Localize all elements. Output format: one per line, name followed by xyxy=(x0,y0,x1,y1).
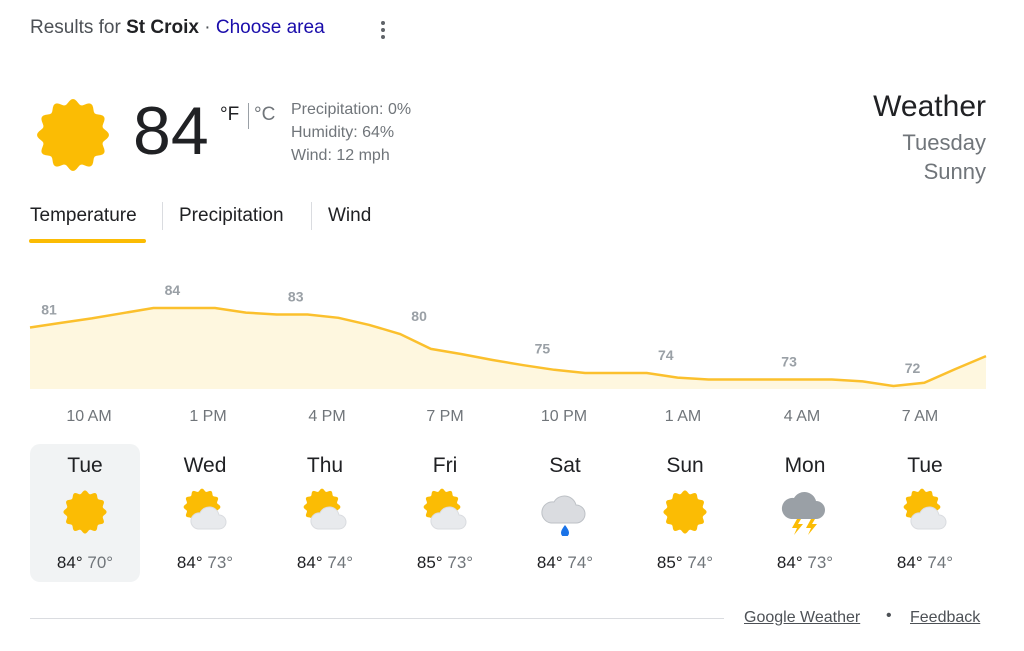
low-temp: 74° xyxy=(927,553,954,572)
precipitation-detail: Precipitation: 0% xyxy=(291,101,412,118)
wind-detail: Wind: 12 mph xyxy=(291,147,390,164)
rain-icon xyxy=(541,495,586,536)
day-name: Thu xyxy=(306,454,344,477)
temperature-point-label: 74 xyxy=(658,347,674,363)
weather-title: Weather xyxy=(873,90,986,123)
high-temp: 84° xyxy=(56,553,83,572)
time-label: 7 AM xyxy=(901,408,939,425)
temperature-area xyxy=(30,308,986,389)
low-temp: 74° xyxy=(567,553,594,572)
temperature-point-label: 75 xyxy=(535,341,551,357)
day-temps: 85° 74° xyxy=(630,553,740,573)
time-label: 7 PM xyxy=(426,408,464,425)
humidity-detail: Humidity: 64% xyxy=(291,124,395,141)
results-prefix: Results for xyxy=(30,17,121,38)
current-temperature: 84 xyxy=(133,93,209,169)
time-label: 4 AM xyxy=(783,408,821,425)
day-name: Mon xyxy=(784,454,826,477)
low-temp: 74° xyxy=(327,553,354,572)
high-temp: 84° xyxy=(896,553,923,572)
low-temp: 74° xyxy=(687,553,714,572)
forecast-day-sun[interactable]: Sun 85° 74° xyxy=(630,444,740,582)
day-temps: 84° 74° xyxy=(870,553,980,573)
selected-tab-indicator xyxy=(29,239,146,243)
partly-cloudy-icon xyxy=(903,488,947,530)
partly-cloudy-icon xyxy=(303,488,347,530)
separator: · xyxy=(204,17,211,38)
forecast-day-wed[interactable]: Wed 84° 73° xyxy=(150,444,260,582)
high-temp: 85° xyxy=(656,553,683,572)
feedback-link[interactable]: Feedback xyxy=(910,609,980,627)
high-temp: 84° xyxy=(176,553,203,572)
high-temp: 84° xyxy=(296,553,323,572)
unit-fahrenheit-toggle[interactable]: °F xyxy=(220,104,239,126)
current-sunny-icon xyxy=(37,99,109,171)
time-label: 1 AM xyxy=(664,408,702,425)
day-name: Tue xyxy=(67,454,103,477)
day-name: Fri xyxy=(432,454,458,477)
weather-condition: Sunny xyxy=(923,159,986,184)
forecast-day-thu[interactable]: Thu 84° 74° xyxy=(270,444,380,582)
google-weather-link[interactable]: Google Weather xyxy=(744,609,860,627)
day-temps: 84° 74° xyxy=(270,553,380,573)
tab-precipitation[interactable]: Precipitation xyxy=(179,205,284,227)
location-name: St Croix xyxy=(126,17,199,38)
sunny-icon xyxy=(663,490,707,534)
unit-divider xyxy=(248,103,249,129)
forecast-day-mon[interactable]: Mon 84° 73° xyxy=(750,444,860,582)
temperature-chart: 81 84 83 80 75 74 73 72 xyxy=(29,282,987,389)
day-name: Sat xyxy=(549,454,581,477)
day-name: Tue xyxy=(907,454,943,477)
day-temps: 84° 74° xyxy=(510,553,620,573)
forecast-day-tue-next[interactable]: Tue 84° 74° xyxy=(870,444,980,582)
time-label: 1 PM xyxy=(189,408,227,425)
high-temp: 84° xyxy=(776,553,803,572)
day-name: Wed xyxy=(183,454,227,477)
low-temp: 73° xyxy=(807,553,834,572)
forecast-day-tue[interactable]: Tue 84° 70° xyxy=(30,444,140,582)
temperature-point-label: 83 xyxy=(288,289,304,305)
tab-divider xyxy=(162,202,163,230)
footer-separator: • xyxy=(886,607,892,624)
day-temps: 84° 73° xyxy=(750,553,860,573)
day-temps: 85° 73° xyxy=(390,553,500,573)
low-temp: 73° xyxy=(207,553,234,572)
unit-celsius-toggle[interactable]: °C xyxy=(254,104,275,126)
temperature-point-label: 81 xyxy=(41,302,57,318)
results-line: Results for St Croix · Choose area xyxy=(30,17,325,39)
day-name: Sun xyxy=(666,454,704,477)
temperature-point-label: 72 xyxy=(905,360,921,376)
sunny-icon xyxy=(63,490,107,534)
day-temps: 84° 73° xyxy=(150,553,260,573)
low-temp: 70° xyxy=(87,553,114,572)
temperature-point-label: 73 xyxy=(781,354,797,370)
choose-area-link[interactable]: Choose area xyxy=(216,17,325,38)
tab-wind[interactable]: Wind xyxy=(328,205,371,227)
forecast-day-sat[interactable]: Sat 84° 74° xyxy=(510,444,620,582)
temperature-point-label: 84 xyxy=(165,282,181,298)
time-label: 4 PM xyxy=(308,408,346,425)
weather-day: Tuesday xyxy=(902,130,986,155)
low-temp: 73° xyxy=(447,553,474,572)
time-label: 10 AM xyxy=(66,408,112,425)
time-label: 10 PM xyxy=(540,408,588,425)
thunderstorm-icon xyxy=(781,492,825,535)
temperature-point-label: 80 xyxy=(411,308,427,324)
more-vert-icon[interactable] xyxy=(372,14,394,46)
high-temp: 84° xyxy=(536,553,563,572)
forecast-day-fri[interactable]: Fri 85° 73° xyxy=(390,444,500,582)
partly-cloudy-icon xyxy=(183,488,227,530)
day-temps: 84° 70° xyxy=(30,553,140,573)
tab-divider xyxy=(311,202,312,230)
partly-cloudy-icon xyxy=(423,488,467,530)
footer-divider xyxy=(30,618,724,619)
tab-temperature[interactable]: Temperature xyxy=(30,205,137,227)
high-temp: 85° xyxy=(416,553,443,572)
